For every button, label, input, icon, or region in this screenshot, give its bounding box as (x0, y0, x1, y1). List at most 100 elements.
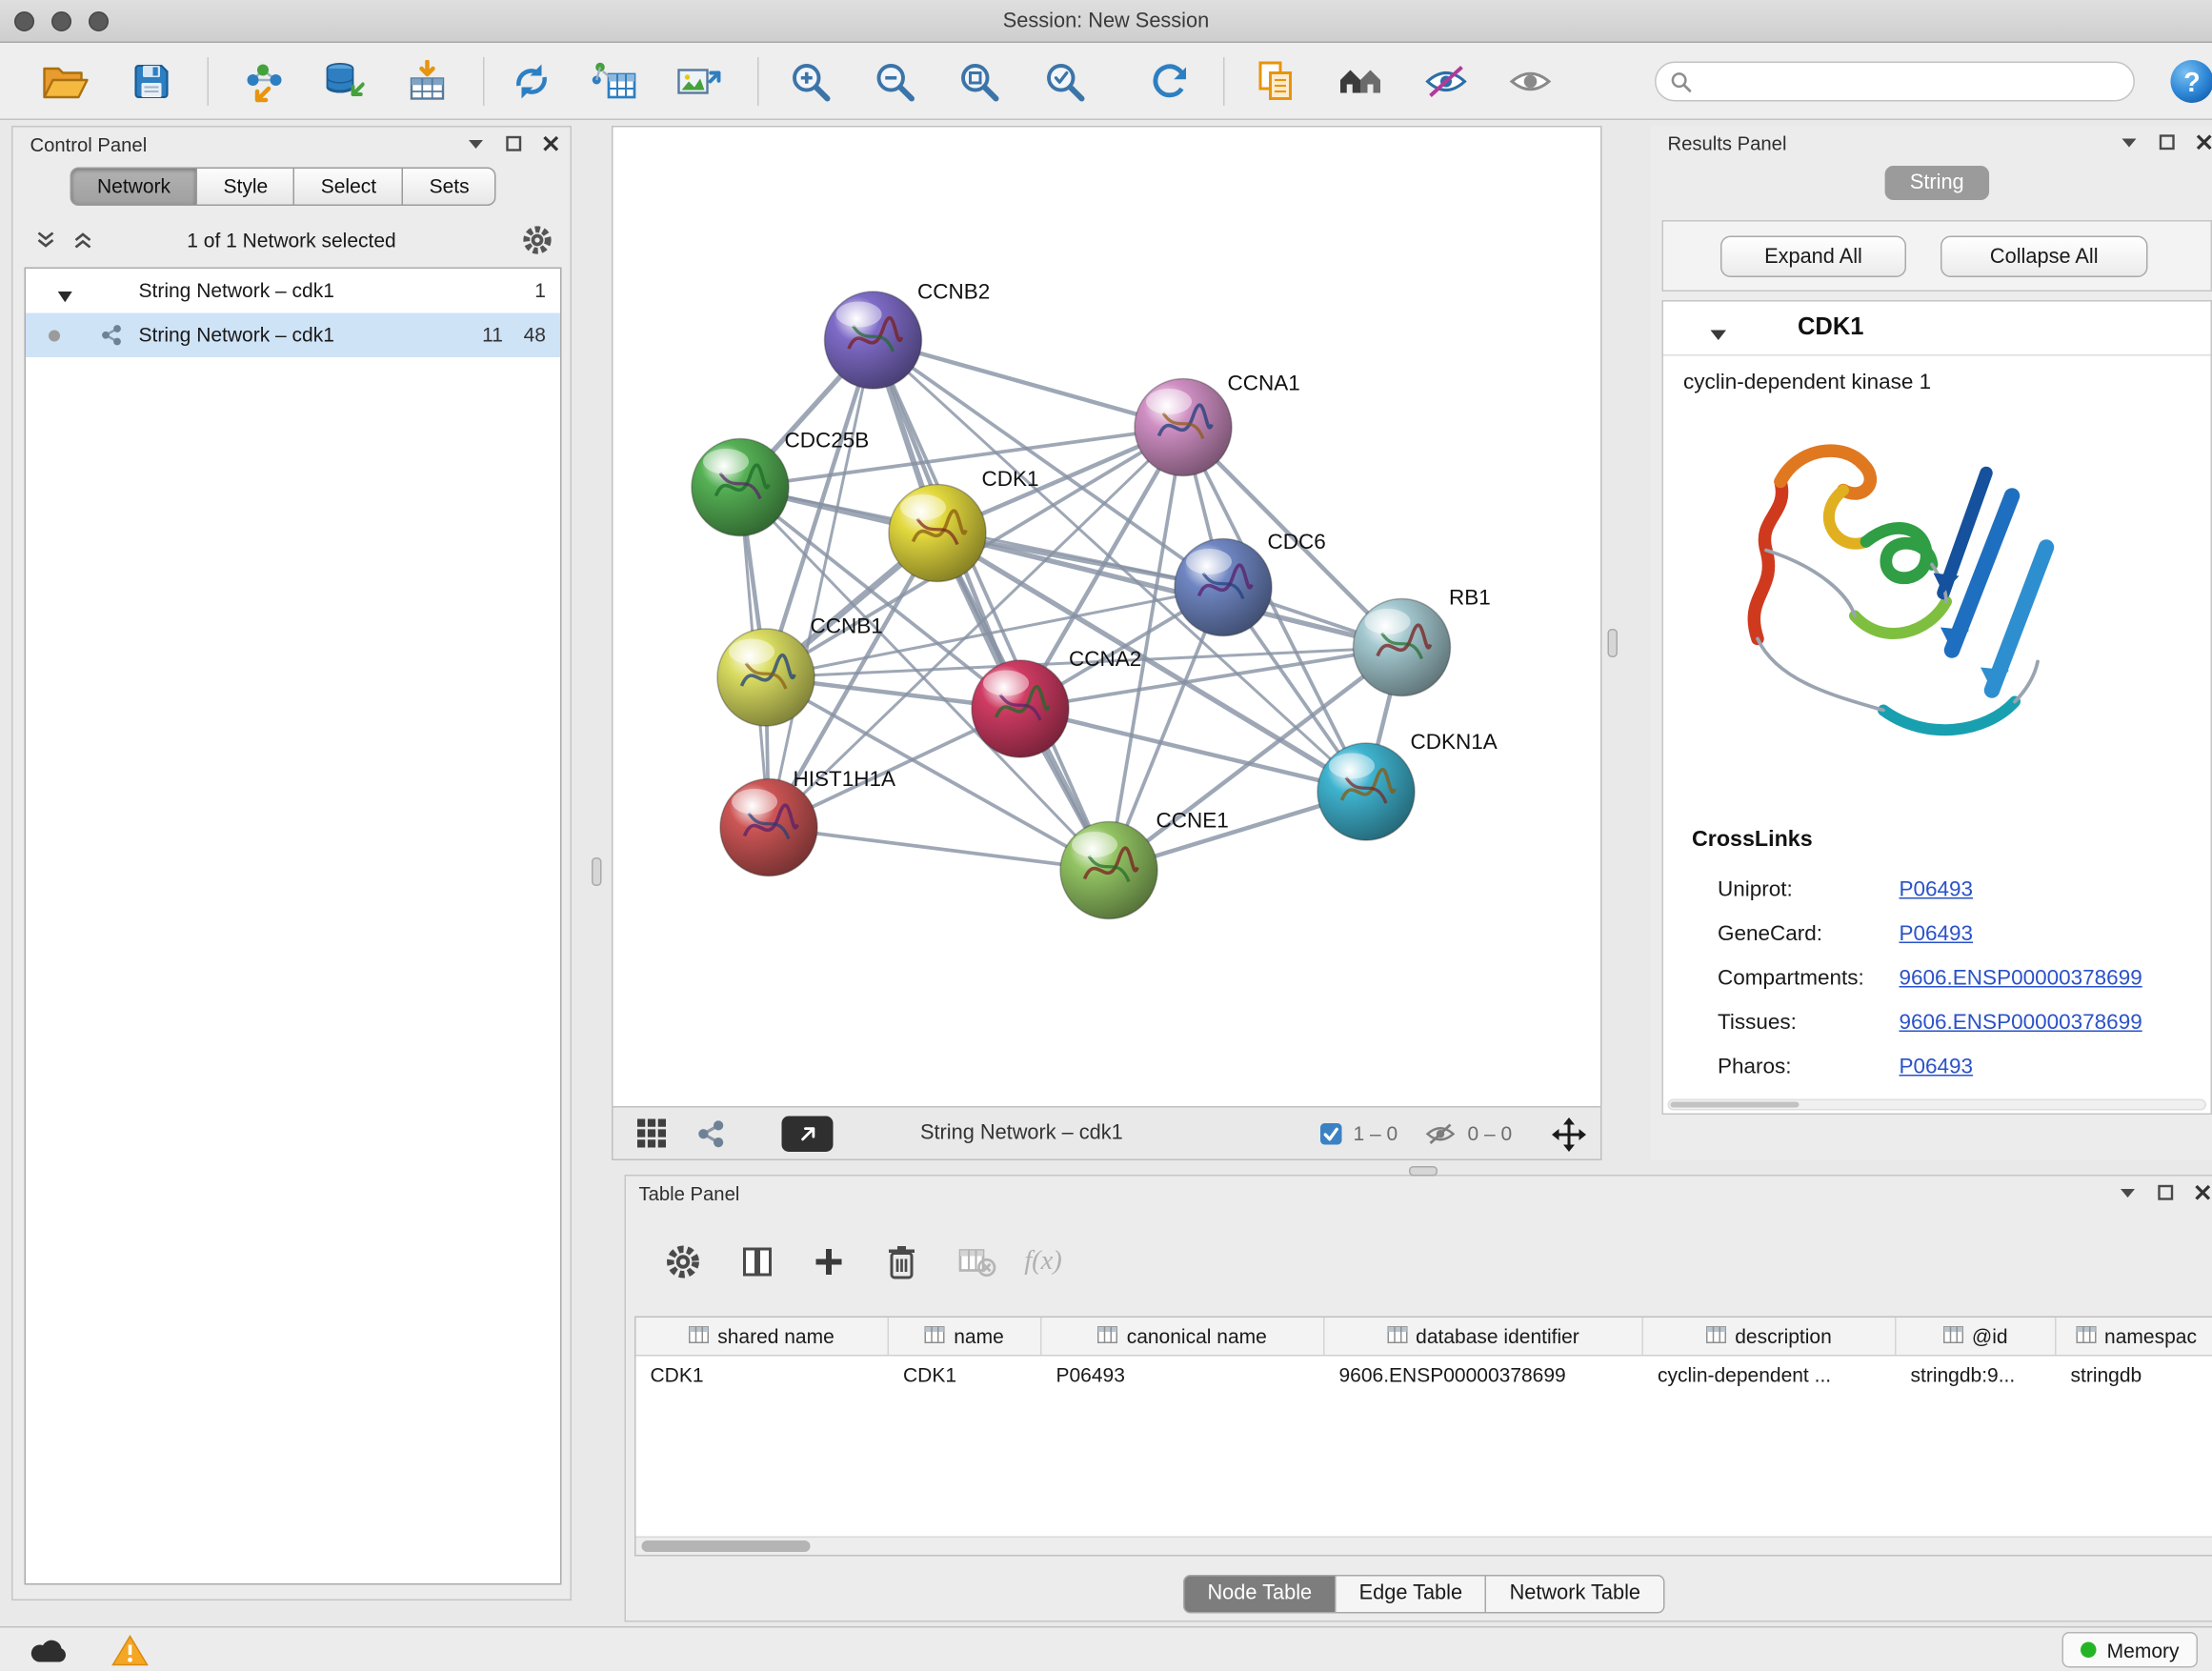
function-builder-button[interactable]: f(x) (1012, 1231, 1075, 1294)
copy-button[interactable] (1243, 49, 1309, 114)
zoom-out-button[interactable] (862, 49, 928, 114)
tab-select[interactable]: Select (293, 168, 403, 207)
title-bar[interactable]: Session: New Session (0, 0, 2212, 43)
expand-all-button[interactable]: Expand All (1720, 236, 1906, 278)
network-graph[interactable]: CCNB2CCNA1CDC25BCDK1CDC6RB1CCNB1CCNA2CDK… (613, 128, 1601, 1107)
table-row[interactable]: CDK1CDK1P064939606.ENSP00000378699cyclin… (636, 1357, 2212, 1396)
right-splitter-handle[interactable] (1608, 629, 1619, 657)
collapse-all-button[interactable]: Collapse All (1941, 236, 2148, 278)
tab-edge-table[interactable]: Edge Table (1335, 1575, 1486, 1614)
tab-network[interactable]: Network (70, 168, 198, 207)
crosslink-link[interactable]: P06493 (1900, 912, 1974, 956)
zoom-fit-button[interactable] (946, 49, 1012, 114)
search-input[interactable] (1702, 70, 2120, 92)
left-splitter-handle[interactable] (592, 857, 602, 886)
delete-table-button[interactable] (946, 1231, 1009, 1294)
tab-style[interactable]: Style (196, 168, 295, 207)
tab-string[interactable]: String (1884, 166, 1990, 200)
show-details-button[interactable] (1498, 49, 1563, 114)
table-hscrollbar[interactable] (636, 1537, 2212, 1556)
node-HIST1H1A[interactable] (720, 779, 817, 876)
toggle-annotations-button[interactable] (1414, 49, 1479, 114)
column-header--id[interactable]: @id (1897, 1318, 2057, 1355)
network-options-gear-icon[interactable] (522, 225, 553, 264)
horizontal-splitter-handle[interactable] (1409, 1166, 1438, 1177)
node-CDKN1A[interactable] (1317, 743, 1415, 840)
open-session-button[interactable] (33, 49, 99, 114)
crosslink-link[interactable]: 9606.ENSP00000378699 (1900, 956, 2142, 1001)
export-network-button[interactable] (499, 49, 565, 114)
node-CDC6[interactable] (1175, 539, 1272, 636)
tab-sets[interactable]: Sets (402, 168, 496, 207)
help-button[interactable]: ? (2163, 49, 2212, 114)
panel-close-icon[interactable] (543, 136, 559, 152)
tree-expand-icon[interactable] (57, 285, 73, 308)
node-RB1[interactable] (1354, 599, 1451, 696)
panel-close-icon[interactable] (2197, 134, 2212, 151)
node-CDC25B[interactable] (692, 439, 789, 536)
panel-menu-caret-icon[interactable] (2120, 1187, 2137, 1198)
import-network-file-button[interactable] (231, 49, 296, 114)
table-hscrollbar-thumb[interactable] (642, 1540, 811, 1552)
import-table-button[interactable] (394, 49, 460, 114)
node-CCNA1[interactable] (1135, 379, 1232, 476)
node-CCNB1[interactable] (717, 629, 814, 726)
show-columns-button[interactable] (726, 1231, 789, 1294)
panel-menu-caret-icon[interactable] (2121, 136, 2138, 148)
network-canvas[interactable]: CCNB2CCNA1CDC25BCDK1CDC6RB1CCNB1CCNA2CDK… (612, 126, 1602, 1108)
table-cell[interactable]: 9606.ENSP00000378699 (1325, 1357, 1644, 1396)
node-CCNB2[interactable] (825, 292, 922, 389)
hidden-edges-eye-icon[interactable] (1425, 1122, 1457, 1154)
warning-icon[interactable] (111, 1634, 149, 1671)
refresh-button[interactable] (1137, 49, 1203, 114)
panel-close-icon[interactable] (2195, 1185, 2211, 1201)
memory-button[interactable]: Memory (2062, 1632, 2198, 1668)
network-row[interactable]: String Network – cdk1 11 48 (26, 313, 560, 358)
table-cell[interactable]: P06493 (1042, 1357, 1325, 1396)
panel-menu-caret-icon[interactable] (468, 138, 485, 150)
results-hscrollbar[interactable] (1668, 1099, 2207, 1111)
node-CCNA2[interactable] (972, 660, 1069, 757)
zoom-in-button[interactable] (777, 49, 843, 114)
table-settings-button[interactable] (652, 1231, 714, 1294)
network-collection-row[interactable]: String Network – cdk1 1 (26, 269, 560, 313)
node-CDK1[interactable] (889, 485, 986, 582)
crosslink-link[interactable]: P06493 (1900, 1045, 1974, 1090)
column-header-canonical-name[interactable]: canonical name (1042, 1318, 1325, 1355)
export-table-button[interactable] (582, 49, 648, 114)
zoom-selected-button[interactable] (1032, 49, 1097, 114)
edge-HIST1H1A-CCNE1[interactable] (769, 828, 1109, 871)
panel-float-icon[interactable] (2158, 1185, 2174, 1201)
tab-node-table[interactable]: Node Table (1183, 1575, 1337, 1614)
nodes-checkbox-icon[interactable] (1319, 1122, 1344, 1154)
save-session-button[interactable] (119, 49, 185, 114)
table-cell[interactable]: cyclin-dependent ... (1643, 1357, 1897, 1396)
column-header-namespac[interactable]: namespac (2057, 1318, 2212, 1355)
column-header-shared-name[interactable]: shared name (636, 1318, 890, 1355)
create-column-button[interactable] (797, 1231, 860, 1294)
export-image-button[interactable] (666, 49, 732, 114)
gene-header-row[interactable]: CDK1 (1663, 302, 2211, 356)
import-network-database-button[interactable] (311, 49, 376, 114)
column-header-database-identifier[interactable]: database identifier (1325, 1318, 1644, 1355)
edge-CCNA2-CDKN1A[interactable] (1020, 709, 1366, 792)
grid-view-icon[interactable] (636, 1117, 668, 1157)
results-hscrollbar-thumb[interactable] (1671, 1102, 1800, 1108)
tab-network-table[interactable]: Network Table (1485, 1575, 1664, 1614)
panel-float-icon[interactable] (506, 136, 522, 152)
delete-column-button[interactable] (871, 1231, 934, 1294)
panel-float-icon[interactable] (2160, 134, 2176, 151)
table-cell[interactable]: stringdb:9... (1897, 1357, 2057, 1396)
network-view-share-icon[interactable] (696, 1119, 727, 1157)
edge-CCNB2-HIST1H1A[interactable] (769, 340, 874, 828)
node-CCNE1[interactable] (1060, 822, 1157, 919)
edge-CCNB2-CCNE1[interactable] (874, 340, 1110, 871)
toolbar-search[interactable] (1655, 62, 2135, 102)
table-cell[interactable]: CDK1 (889, 1357, 1042, 1396)
cloud-status-icon[interactable] (29, 1637, 71, 1671)
column-header-name[interactable]: name (889, 1318, 1042, 1355)
birdseye-view-button[interactable] (782, 1117, 834, 1153)
table-cell[interactable]: CDK1 (636, 1357, 890, 1396)
crosslink-link[interactable]: 9606.ENSP00000378699 (1900, 1000, 2142, 1045)
column-header-description[interactable]: description (1643, 1318, 1897, 1355)
